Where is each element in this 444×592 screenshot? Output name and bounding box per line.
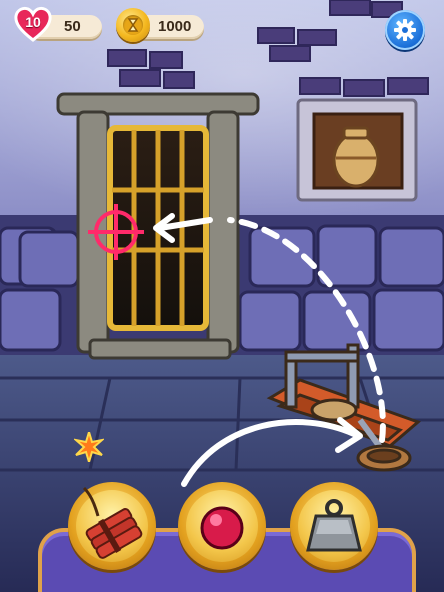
heart-icon: 10: [14, 6, 52, 42]
inventory-slot-dynamite[interactable]: [68, 482, 156, 570]
coin-icon: [116, 8, 150, 42]
hourglass-icon: [127, 18, 139, 32]
inventory-slot-red-ball[interactable]: [178, 482, 266, 570]
lives-value: 50: [64, 18, 81, 35]
gear-icon: [394, 19, 416, 41]
coins-value: 1000: [158, 18, 192, 35]
game-screen: 50 10 1000: [0, 0, 444, 592]
red-ball-icon: [200, 506, 244, 550]
inventory-slot-weight[interactable]: [290, 482, 378, 570]
settings-button[interactable]: [385, 10, 425, 50]
dynamite-icon: [82, 486, 143, 559]
weight-icon: [306, 499, 362, 552]
level-number: 10: [25, 14, 41, 30]
spark-icon: [74, 432, 104, 462]
